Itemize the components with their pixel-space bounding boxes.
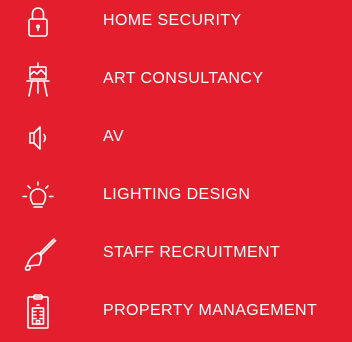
service-label: PROPERTY MANAGEMENT [103, 302, 318, 319]
service-item-art-consultancy[interactable]: ART CONSULTANCY [0, 58, 352, 98]
service-item-property-management[interactable]: PROPERTY MANAGEMENT [0, 290, 352, 330]
service-label: STAFF RECRUITMENT [103, 244, 281, 261]
speaker-icon [18, 118, 58, 158]
padlock-icon [18, 2, 58, 42]
service-item-av[interactable]: AV [0, 116, 352, 156]
service-item-lighting-design[interactable]: LIGHTING DESIGN [0, 174, 352, 214]
services-panel: HOME SECURITY ART CONSULTANCY AV LIGHTIN… [0, 0, 352, 342]
light-bulb-icon [18, 176, 58, 216]
service-item-staff-recruitment[interactable]: STAFF RECRUITMENT [0, 232, 352, 272]
service-label: LIGHTING DESIGN [103, 186, 251, 203]
service-item-home-security[interactable]: HOME SECURITY [0, 0, 352, 40]
service-label: ART CONSULTANCY [103, 70, 264, 87]
service-label: AV [103, 128, 124, 145]
service-label: HOME SECURITY [103, 12, 242, 29]
hand-bell-icon [18, 234, 58, 274]
easel-icon [18, 60, 58, 100]
clipboard-building-icon [18, 292, 58, 332]
